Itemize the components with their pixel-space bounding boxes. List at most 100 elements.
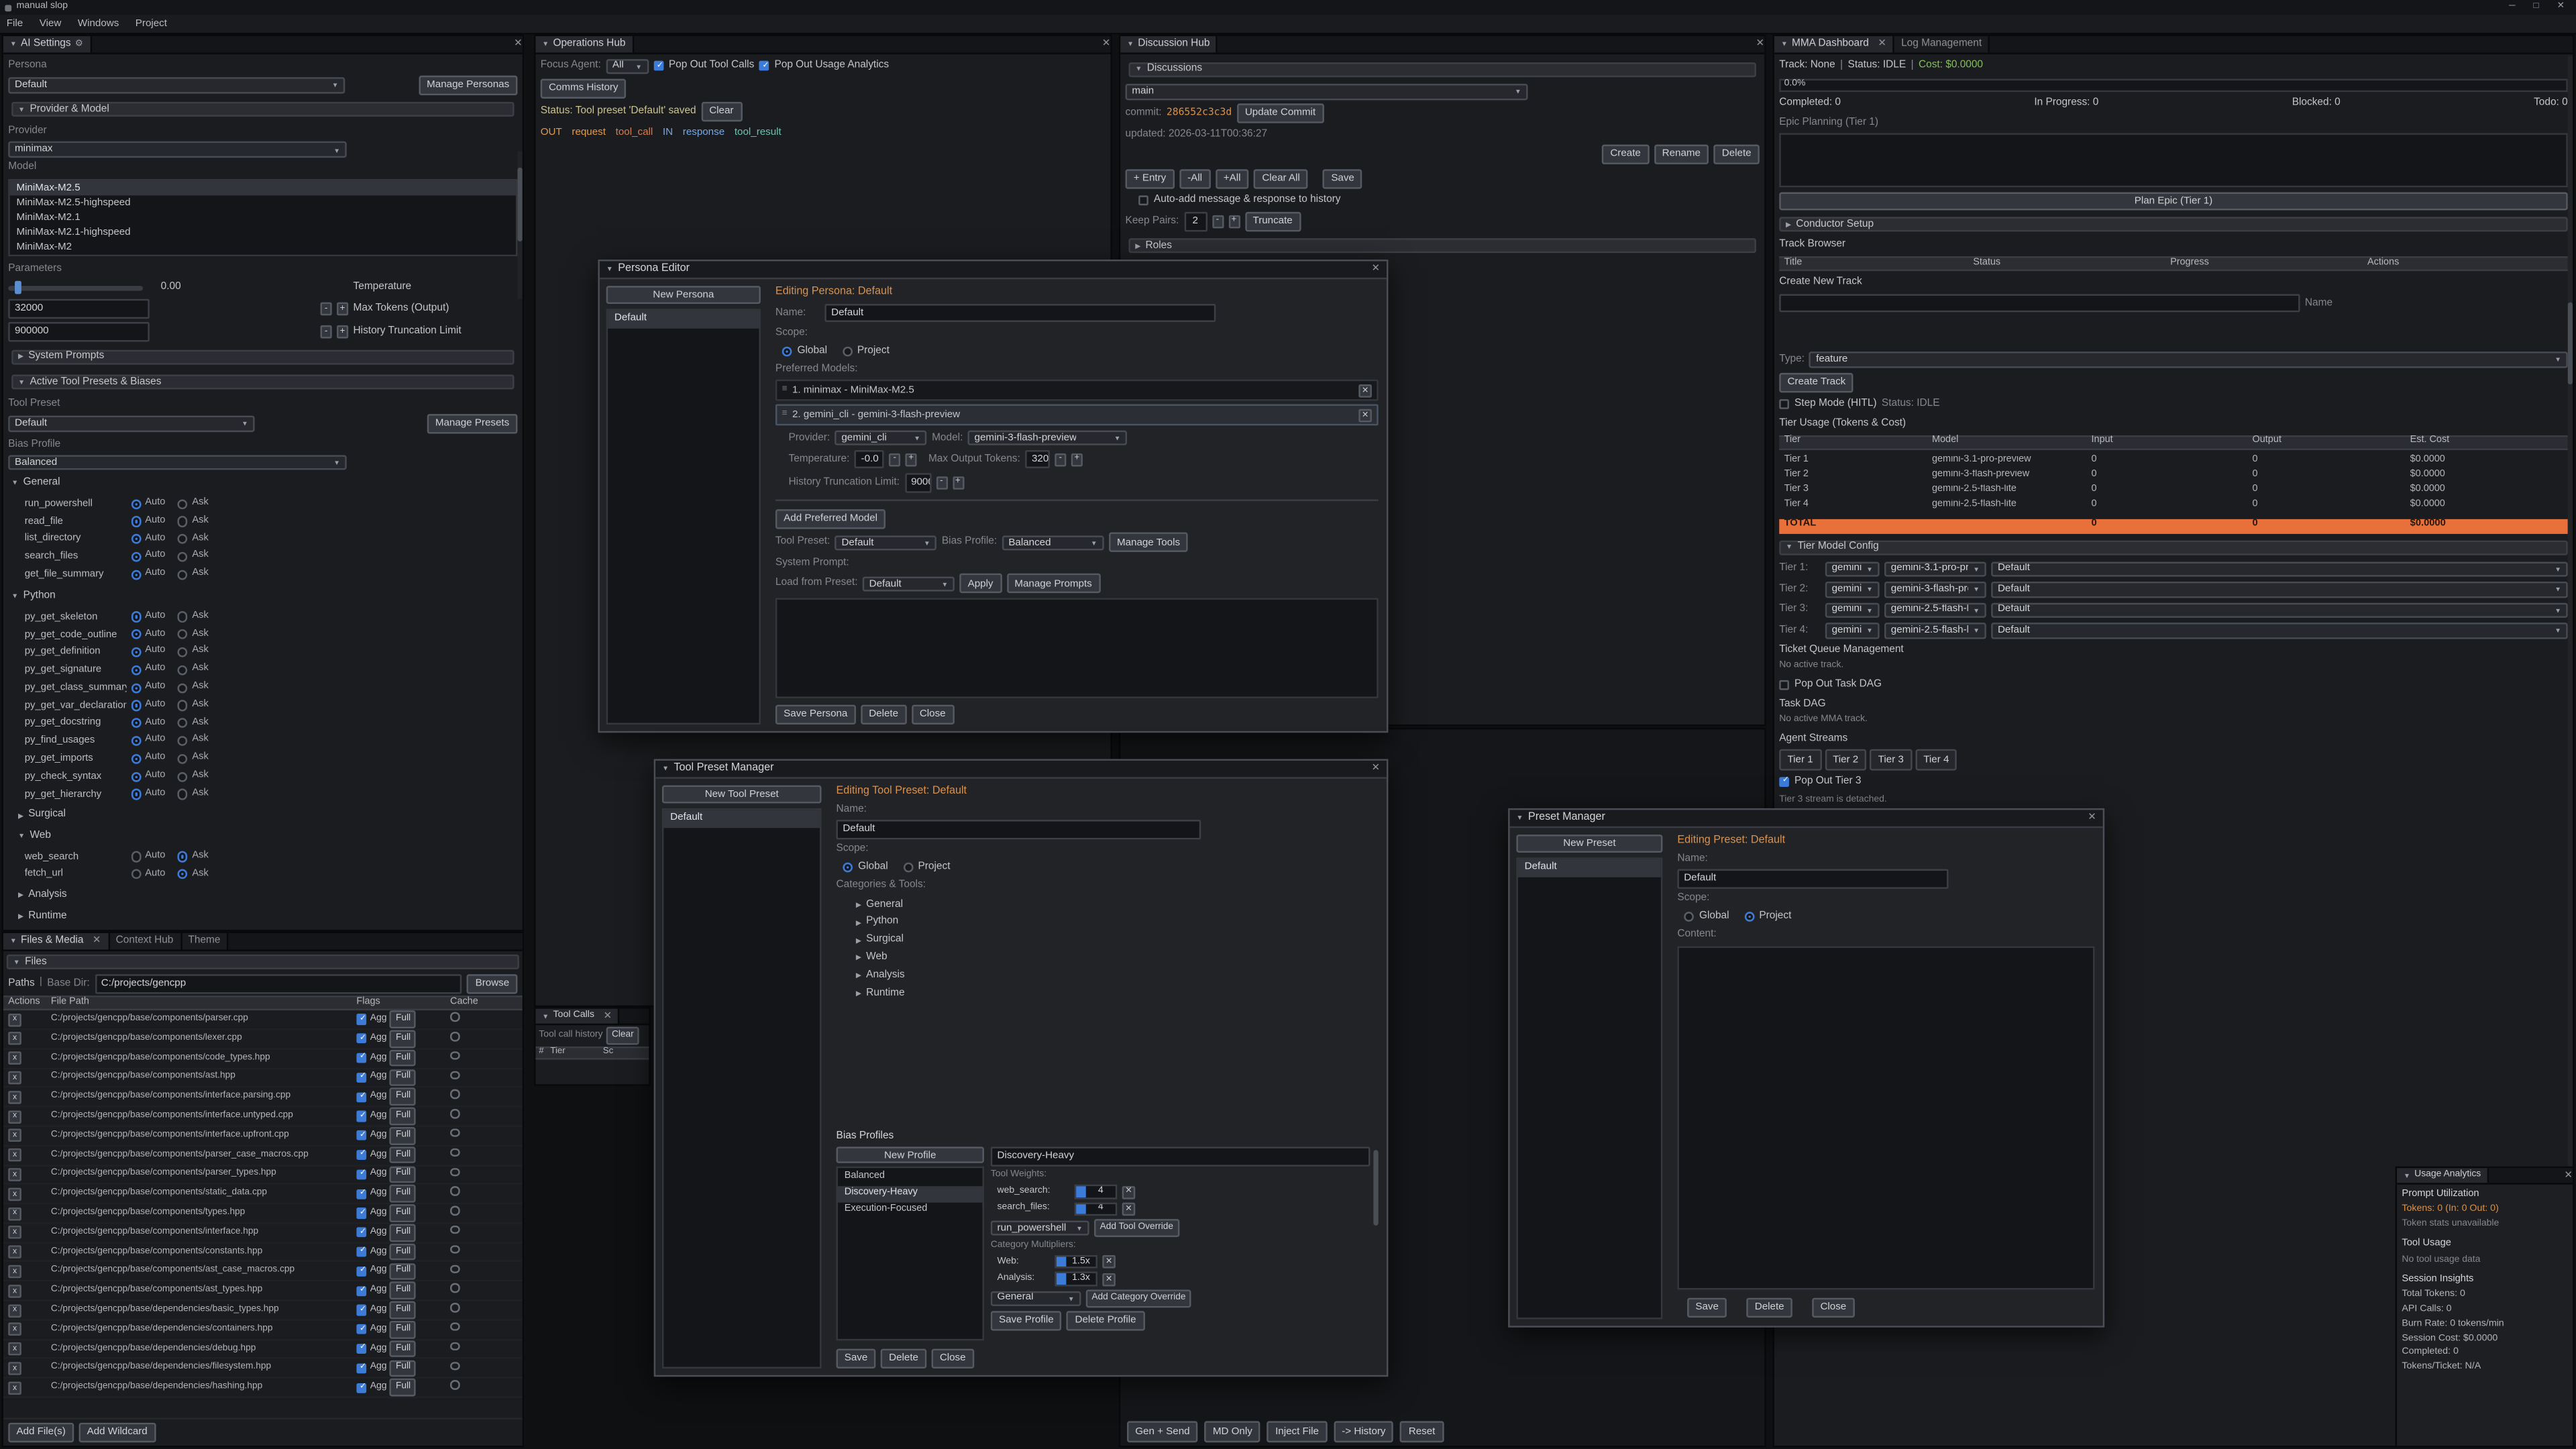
decrement-button[interactable]: -	[1212, 215, 1223, 228]
cache-indicator[interactable]	[450, 1342, 459, 1350]
agg-checkbox[interactable]	[356, 1053, 366, 1063]
tool-override-select[interactable]: run_powershell▼	[991, 1221, 1089, 1236]
cache-indicator[interactable]	[450, 1361, 459, 1370]
clear-all-button[interactable]: Clear All	[1254, 168, 1308, 189]
pop-out-usage-analytics-checkbox[interactable]	[759, 61, 769, 71]
epic-planning-textarea[interactable]	[1779, 133, 2568, 188]
agg-checkbox[interactable]	[356, 1189, 366, 1199]
composer-button[interactable]: MD Only	[1205, 1421, 1260, 1442]
group-header-analysis[interactable]: ▶Analysis	[8, 888, 517, 904]
auto-radio[interactable]	[131, 789, 141, 799]
plan-epic-button[interactable]: Plan Epic (Tier 1)	[1779, 193, 2568, 211]
ask-radio[interactable]	[178, 665, 188, 675]
model-list-item[interactable]: MiniMax-M2.5	[10, 180, 516, 195]
scrollbar[interactable]	[517, 151, 522, 299]
tier-provider-select[interactable]: gemini▼	[1825, 602, 1880, 618]
tab-tool-calls[interactable]: ▼ Tool Calls ✕	[535, 1009, 620, 1024]
model-list-item[interactable]: MiniMax-M2	[10, 239, 516, 254]
close-icon[interactable]: ✕	[2564, 1169, 2573, 1182]
auto-radio[interactable]	[131, 753, 141, 763]
agg-checkbox[interactable]	[356, 1014, 366, 1024]
auto-radio[interactable]	[131, 736, 141, 746]
pe-provider-select[interactable]: gemini_cli▼	[835, 430, 927, 445]
save-tool-preset-button[interactable]: Save	[837, 1348, 876, 1368]
base-dir-input[interactable]: C:/projects/gencpp	[95, 975, 462, 994]
category-node[interactable]: ▶ Web	[853, 950, 1379, 966]
cache-indicator[interactable]	[450, 1226, 459, 1234]
tab-ai-settings[interactable]: ▼ AI Settings ⚙	[3, 36, 91, 52]
tool-preset-manager-titlebar[interactable]: ▼ Tool Preset Manager ✕	[655, 761, 1387, 779]
cache-indicator[interactable]	[450, 1284, 459, 1293]
bias-profile-item[interactable]: Balanced	[838, 1169, 983, 1185]
agg-checkbox[interactable]	[356, 1383, 366, 1393]
ask-radio[interactable]	[178, 683, 188, 693]
add-category-override-button[interactable]: Add Category Override	[1086, 1289, 1191, 1307]
tier-model-select[interactable]: gemini-3-flash-preview▼	[1884, 582, 1986, 597]
cache-indicator[interactable]	[450, 1032, 459, 1040]
tier-model-select[interactable]: gemini-2.5-flash-lite▼	[1884, 602, 1986, 618]
composer-button[interactable]: Gen + Send	[1127, 1421, 1198, 1442]
auto-radio[interactable]	[131, 851, 141, 861]
increment-button[interactable]: +	[952, 476, 963, 490]
load-preset-select[interactable]: Default▼	[863, 576, 955, 592]
preset-name-input[interactable]: Default	[1677, 869, 1948, 889]
save-persona-button[interactable]: Save Persona	[775, 704, 856, 724]
persona-select[interactable]: Default▼	[8, 78, 345, 93]
save-profile-button[interactable]: Save Profile	[991, 1310, 1062, 1330]
pe-model-select[interactable]: gemini-3-flash-preview▼	[968, 430, 1128, 445]
cache-indicator[interactable]	[450, 1303, 459, 1311]
cache-indicator[interactable]	[450, 1245, 459, 1254]
menu-item[interactable]: Windows	[78, 17, 119, 30]
agg-checkbox[interactable]	[356, 1111, 366, 1121]
increment-button[interactable]: +	[906, 453, 917, 466]
cache-indicator[interactable]	[450, 1167, 459, 1176]
pe-temperature-input[interactable]: -0.0	[855, 449, 884, 469]
pop-out-task-dag-checkbox[interactable]	[1779, 680, 1789, 690]
weight-slider[interactable]: 4	[1075, 1185, 1118, 1199]
bias-profile-item[interactable]: Discovery-Heavy	[838, 1185, 983, 1202]
full-button[interactable]: Full	[390, 1321, 416, 1338]
auto-radio[interactable]	[131, 700, 141, 710]
full-button[interactable]: Full	[390, 1301, 416, 1319]
composer-button[interactable]: Inject File	[1267, 1421, 1327, 1442]
pe-history-input[interactable]: 900000	[904, 473, 930, 492]
decrement-button[interactable]: -	[936, 476, 947, 490]
gear-icon[interactable]: ⚙	[75, 39, 83, 50]
multiplier-slider[interactable]: 1.3x	[1055, 1273, 1097, 1287]
ask-radio[interactable]	[178, 753, 188, 763]
decrement-button[interactable]: -	[321, 302, 332, 315]
auto-radio[interactable]	[131, 718, 141, 729]
manage-prompts-button[interactable]: Manage Prompts	[1006, 574, 1100, 594]
tier-model-config-header[interactable]: ▼ Tier Model Config	[1779, 540, 2568, 555]
preset-content-textarea[interactable]	[1677, 946, 2094, 1291]
new-tool-preset-button[interactable]: New Tool Preset	[662, 786, 822, 804]
tab-log-management[interactable]: Log Management	[1894, 36, 1990, 52]
scrollbar[interactable]	[1373, 1147, 1378, 1341]
cache-indicator[interactable]	[450, 1206, 459, 1215]
tier-provider-select[interactable]: gemini▼	[1825, 561, 1880, 576]
remove-weight-button[interactable]: ✕	[1122, 1185, 1136, 1199]
cache-indicator[interactable]	[450, 1071, 459, 1079]
cache-indicator[interactable]	[450, 1322, 459, 1331]
remove-weight-button[interactable]: ✕	[1122, 1203, 1136, 1216]
add-entry-button[interactable]: + Entry	[1126, 168, 1175, 189]
remove-file-button[interactable]: x	[8, 1226, 21, 1240]
agg-checkbox[interactable]	[356, 1344, 366, 1354]
tab-mma-dashboard[interactable]: ▼ MMA Dashboard ✕	[1774, 36, 1894, 52]
add-preferred-model-button[interactable]: Add Preferred Model	[775, 508, 885, 529]
remove-file-button[interactable]: x	[8, 1284, 21, 1297]
tool-preset-list-item[interactable]: Default	[663, 810, 820, 827]
remove-file-button[interactable]: x	[8, 1303, 21, 1317]
files-section-header[interactable]: ▼ Files	[7, 955, 519, 969]
pop-out-tool-calls-checkbox[interactable]	[653, 61, 663, 71]
tier-preset-select[interactable]: Default▼	[1991, 582, 2568, 597]
tab-context-hub[interactable]: Context Hub	[109, 933, 182, 949]
full-button[interactable]: Full	[390, 1282, 416, 1299]
new-profile-button[interactable]: New Profile	[837, 1147, 984, 1163]
remove-file-button[interactable]: x	[8, 1013, 21, 1026]
scope-project-radio[interactable]	[842, 346, 852, 356]
remove-file-button[interactable]: x	[8, 1323, 21, 1336]
ask-radio[interactable]	[178, 771, 188, 782]
full-button[interactable]: Full	[390, 1030, 416, 1048]
full-button[interactable]: Full	[390, 1049, 416, 1067]
